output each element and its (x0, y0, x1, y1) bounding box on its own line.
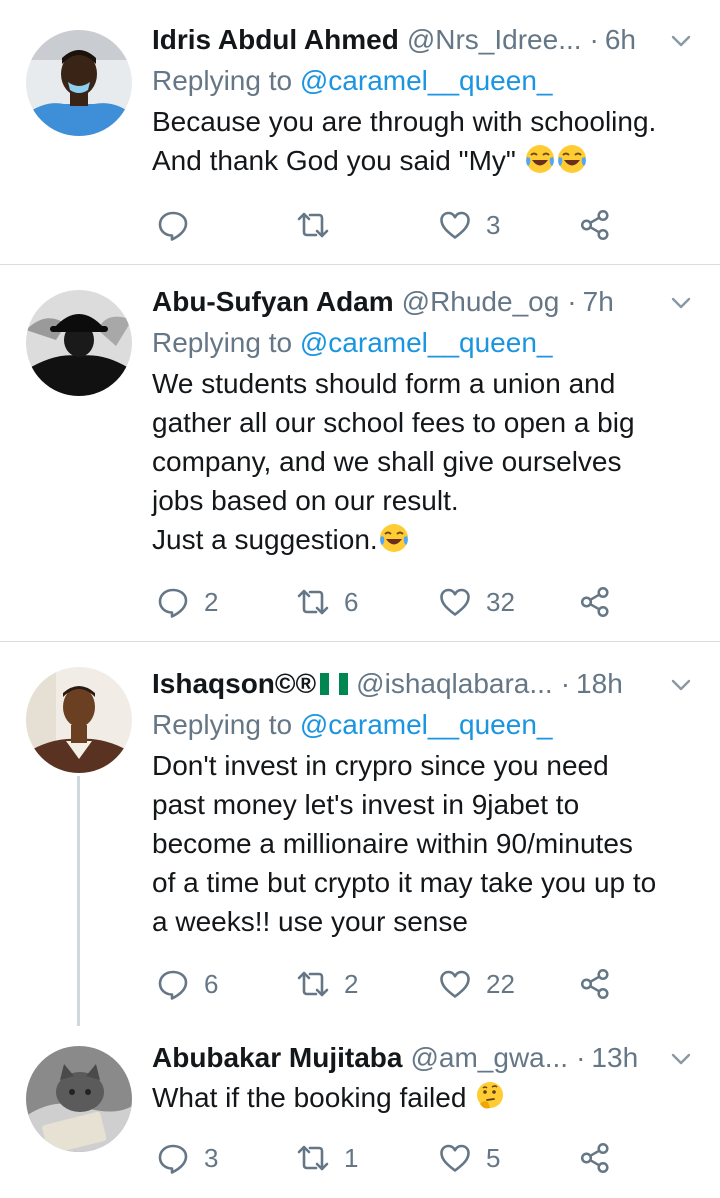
display-name[interactable]: Idris Abdul Ahmed (152, 24, 399, 56)
tweet[interactable]: Abubakar Mujitaba @am_gwa... · 13h What … (0, 1022, 720, 1198)
like-icon (438, 967, 472, 1001)
avatar[interactable] (26, 30, 132, 136)
tweet-header: Abubakar Mujitaba @am_gwa... · 13h (152, 1038, 700, 1078)
face-with-tears-of-joy-icon (556, 143, 588, 175)
tweet-header: Ishaqson©® @ishaqlabara... · 18h (152, 664, 700, 704)
separator-dot: · (589, 24, 599, 55)
like-count: 5 (486, 1142, 501, 1173)
reply-button[interactable]: 2 (156, 582, 218, 622)
tweet[interactable]: Ishaqson©® @ishaqlabara... · 18h Replyin… (0, 642, 720, 1022)
replying-to-label: Replying to (152, 327, 300, 358)
share-icon (578, 967, 612, 1001)
reply-count: 6 (204, 968, 219, 999)
replying-to: Replying to @caramel__queen_ (152, 62, 700, 100)
chevron-down-icon[interactable] (670, 30, 692, 52)
tweet-actions: 3 1 5 (152, 1138, 622, 1178)
display-name[interactable]: Abu-Sufyan Adam (152, 286, 394, 318)
reply-icon (156, 1141, 190, 1175)
reply-button[interactable]: 3 (156, 1138, 218, 1178)
reply-to-link[interactable]: @caramel__queen_ (300, 709, 553, 740)
retweet-icon (296, 208, 330, 242)
tweet-header: Idris Abdul Ahmed @Nrs_Idree... · 6h (152, 20, 700, 60)
retweet-count: 6 (344, 586, 359, 617)
nigeria-flag-icon (320, 673, 349, 695)
chevron-down-icon[interactable] (670, 674, 692, 696)
separator-dot: · (576, 1042, 586, 1073)
tweet-body: What if the booking failed (152, 1082, 475, 1113)
like-icon (438, 1141, 472, 1175)
reply-to-link[interactable]: @caramel__queen_ (300, 65, 553, 96)
user-handle[interactable]: @Nrs_Idree... (407, 24, 582, 56)
share-button[interactable] (578, 582, 612, 622)
like-button[interactable]: 22 (438, 964, 515, 1004)
tweet-actions: 3 (152, 205, 622, 245)
thinking-face-icon (474, 1080, 506, 1112)
retweet-button[interactable]: 2 (296, 964, 358, 1004)
reply-button[interactable] (156, 205, 204, 245)
reply-count: 2 (204, 586, 219, 617)
reply-button[interactable]: 6 (156, 964, 218, 1004)
user-handle[interactable]: @am_gwa... (410, 1042, 568, 1074)
tweet-body: Don't invest in crypro since you need pa… (152, 750, 657, 937)
user-handle[interactable]: @ishaqlabara... (356, 668, 553, 700)
replying-to-label: Replying to (152, 65, 300, 96)
retweet-count: 1 (344, 1142, 359, 1173)
timestamp[interactable]: 13h (591, 1042, 638, 1074)
tweet-actions: 6 2 22 (152, 964, 622, 1004)
tweet-header: Abu-Sufyan Adam @Rhude_og · 7h (152, 282, 700, 322)
separator-dot: · (560, 668, 571, 699)
timestamp[interactable]: 7h (583, 286, 614, 318)
reply-to-link[interactable]: @caramel__queen_ (300, 327, 553, 358)
tweet-text: We students should form a union and gath… (152, 364, 700, 559)
like-button[interactable]: 5 (438, 1138, 500, 1178)
chevron-down-icon[interactable] (670, 292, 692, 314)
avatar[interactable] (26, 290, 132, 396)
reply-icon (156, 585, 190, 619)
reply-icon (156, 208, 190, 242)
share-icon (578, 1141, 612, 1175)
retweet-button[interactable]: 1 (296, 1138, 358, 1178)
like-count: 22 (486, 968, 515, 999)
tweet[interactable]: Idris Abdul Ahmed @Nrs_Idree... · 6h Rep… (0, 0, 720, 264)
retweet-button[interactable] (296, 205, 344, 245)
retweet-icon (296, 585, 330, 619)
face-with-tears-of-joy-icon (524, 143, 556, 175)
tweet-text: Don't invest in crypro since you need pa… (152, 746, 700, 941)
like-button[interactable]: 32 (438, 582, 515, 622)
share-button[interactable] (578, 205, 612, 245)
like-icon (438, 208, 472, 242)
tweet-text: Because you are through with schooling. … (152, 102, 700, 180)
separator-dot: · (567, 286, 577, 317)
like-count: 3 (486, 209, 501, 240)
tweet-text: What if the booking failed (152, 1078, 700, 1117)
timestamp[interactable]: 6h (605, 24, 636, 56)
retweet-count: 2 (344, 968, 359, 999)
share-button[interactable] (578, 964, 612, 1004)
share-button[interactable] (578, 1138, 612, 1178)
share-icon (578, 585, 612, 619)
display-name[interactable]: Abubakar Mujitaba (152, 1042, 402, 1074)
reply-icon (156, 967, 190, 1001)
share-icon (578, 208, 612, 242)
face-with-tears-of-joy-icon (378, 522, 410, 554)
tweet[interactable]: Abu-Sufyan Adam @Rhude_og · 7h Replying … (0, 265, 720, 641)
replying-to: Replying to @caramel__queen_ (152, 324, 700, 362)
retweet-icon (296, 1141, 330, 1175)
avatar[interactable] (26, 667, 132, 773)
like-icon (438, 585, 472, 619)
tweet-actions: 2 6 32 (152, 582, 622, 622)
like-count: 32 (486, 586, 515, 617)
like-button[interactable]: 3 (438, 205, 500, 245)
replying-to-label: Replying to (152, 709, 300, 740)
display-name[interactable]: Ishaqson©® (152, 668, 316, 700)
retweet-icon (296, 967, 330, 1001)
timestamp[interactable]: 18h (576, 668, 623, 700)
reply-count: 3 (204, 1142, 219, 1173)
replying-to: Replying to @caramel__queen_ (152, 706, 700, 744)
chevron-down-icon[interactable] (670, 1048, 692, 1070)
avatar[interactable] (26, 1046, 132, 1152)
user-handle[interactable]: @Rhude_og (402, 286, 560, 318)
retweet-button[interactable]: 6 (296, 582, 358, 622)
